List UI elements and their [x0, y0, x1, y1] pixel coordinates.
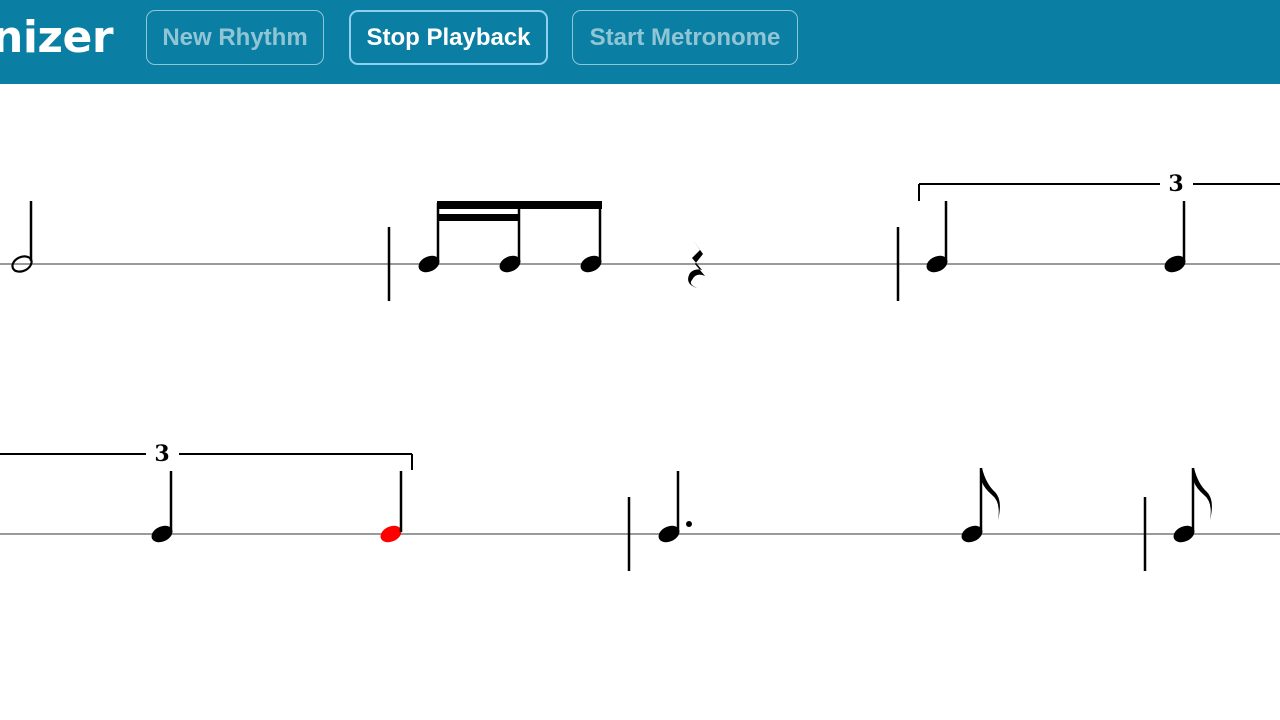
tuplet-number: 3	[154, 441, 169, 467]
tuplet-bracket-top: 3	[918, 171, 1280, 201]
tuplet-bracket-bottom: 3	[0, 441, 413, 470]
quarter-note[interactable]	[1162, 201, 1188, 275]
new-rhythm-button[interactable]: New Rhythm	[146, 10, 324, 65]
quarter-note[interactable]	[924, 201, 950, 275]
quarter-note[interactable]	[149, 471, 175, 545]
quarter-note-highlighted[interactable]	[378, 471, 404, 545]
start-metronome-button[interactable]: Start Metronome	[572, 10, 798, 65]
app-title: nizer	[0, 12, 114, 63]
stop-playback-button[interactable]: Stop Playback	[349, 10, 548, 65]
tuplet-number: 3	[1168, 171, 1183, 197]
rhythm-score: 3 3	[0, 84, 1280, 720]
app-header: nizer New Rhythm Stop Playback Start Met…	[0, 0, 1280, 84]
